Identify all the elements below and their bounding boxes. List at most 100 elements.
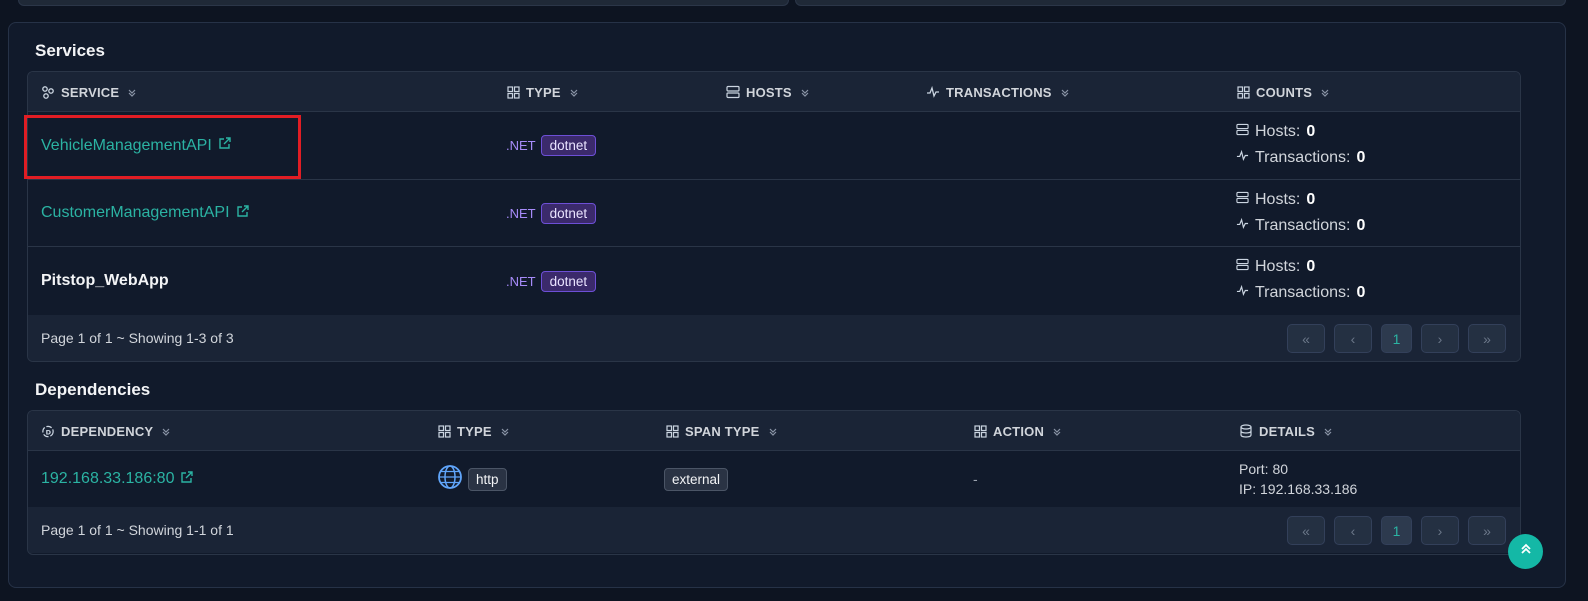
- col-dep-type[interactable]: TYPE: [437, 411, 510, 451]
- dependency-link[interactable]: 192.168.33.186:80: [41, 470, 194, 489]
- top-panel-edge: [18, 0, 1566, 6]
- svg-text:D: D: [46, 428, 52, 436]
- globe-icon: [437, 464, 463, 495]
- page-1-button[interactable]: 1: [1381, 324, 1412, 353]
- col-action-label: ACTION: [993, 423, 1045, 439]
- hosts-count: 0: [1306, 123, 1316, 140]
- next-page-button[interactable]: ›: [1421, 324, 1459, 353]
- service-icon: [41, 85, 55, 99]
- sort-icon[interactable]: [127, 87, 137, 97]
- service-name: CustomerManagementAPI: [41, 204, 230, 221]
- transactions-label: Transactions:: [1255, 149, 1351, 166]
- language-label: .NET: [506, 273, 536, 289]
- pagination: « ‹ 1 › »: [1287, 516, 1506, 545]
- grid-icon: [506, 85, 520, 99]
- grid-icon: [973, 424, 987, 438]
- col-service-label: SERVICE: [61, 84, 120, 100]
- col-hosts[interactable]: HOSTS: [726, 72, 810, 112]
- language-label: .NET: [506, 138, 536, 153]
- hosts-label: Hosts:: [1255, 191, 1301, 208]
- sort-icon[interactable]: [500, 426, 510, 436]
- col-counts[interactable]: COUNTS: [1236, 72, 1330, 112]
- agent-badge: dotnet: [540, 135, 597, 156]
- first-page-button[interactable]: «: [1287, 324, 1325, 353]
- counts-cell: Hosts: 0 Transactions: 0: [1236, 123, 1365, 167]
- highlight-box: [24, 115, 301, 179]
- prev-page-button[interactable]: ‹: [1334, 324, 1372, 353]
- pagination-info: Page 1 of 1 ~ Showing 1-3 of 3: [41, 330, 234, 346]
- counts-cell: Hosts: 0 Transactions: 0: [1236, 258, 1365, 302]
- col-span-type[interactable]: SPAN TYPE: [665, 411, 778, 451]
- col-type-label: TYPE: [526, 84, 561, 100]
- grid-icon: [665, 424, 679, 438]
- counts-cell: Hosts: 0 Transactions: 0: [1236, 191, 1365, 235]
- page-1-button[interactable]: 1: [1381, 516, 1412, 545]
- sort-icon[interactable]: [800, 87, 810, 97]
- table-row: 192.168.33.186:80 http external - Port: …: [28, 451, 1520, 507]
- double-chevron-up-icon: [1519, 542, 1533, 561]
- transactions-count: 0: [1356, 284, 1366, 301]
- dependencies-table: D DEPENDENCY TYPE SPAN TYPE ACTION DETAI…: [27, 410, 1521, 555]
- col-service[interactable]: SERVICE: [41, 72, 137, 112]
- col-type[interactable]: TYPE: [506, 72, 579, 112]
- dependency-type-badge: http: [468, 467, 507, 491]
- col-transactions-label: TRANSACTIONS: [946, 84, 1052, 100]
- language-label: .NET: [506, 205, 536, 221]
- hosts-label: Hosts:: [1255, 123, 1301, 140]
- sort-icon[interactable]: [1052, 426, 1062, 436]
- prev-page-button[interactable]: ‹: [1334, 516, 1372, 545]
- dependencies-title: Dependencies: [35, 380, 151, 399]
- col-action[interactable]: ACTION: [973, 411, 1062, 451]
- top-panel-left: [18, 0, 789, 6]
- grid-icon: [1236, 85, 1250, 99]
- sort-icon[interactable]: [768, 426, 778, 436]
- hosts-count: 0: [1306, 191, 1316, 208]
- sort-icon[interactable]: [1323, 426, 1333, 436]
- dependencies-table-footer: Page 1 of 1 ~ Showing 1-1 of 1 « ‹ 1 › »: [28, 507, 1520, 553]
- col-dep-type-label: TYPE: [457, 423, 492, 439]
- grid-icon: [437, 424, 451, 438]
- first-page-button[interactable]: «: [1287, 516, 1325, 545]
- col-details-label: DETAILS: [1259, 423, 1316, 439]
- scroll-to-top-button[interactable]: [1508, 534, 1543, 569]
- service-link[interactable]: CustomerManagementAPI: [41, 204, 250, 223]
- sort-icon[interactable]: [1320, 87, 1330, 97]
- last-page-button[interactable]: »: [1468, 324, 1506, 353]
- transactions-count: 0: [1356, 217, 1366, 234]
- sort-icon[interactable]: [1060, 87, 1070, 97]
- activity-icon: [1236, 284, 1249, 302]
- transactions-count: 0: [1356, 149, 1366, 166]
- external-link-icon: [180, 470, 194, 489]
- hosts-label: Hosts:: [1255, 258, 1301, 275]
- hosts-count: 0: [1306, 258, 1316, 275]
- agent-badge: dotnet: [540, 202, 597, 224]
- dependency-name: 192.168.33.186:80: [41, 470, 175, 487]
- port-value: Port: 80: [1239, 461, 1289, 477]
- last-page-button[interactable]: »: [1468, 516, 1506, 545]
- sort-icon[interactable]: [161, 426, 171, 436]
- details-cell: Port: 80 IP: 192.168.33.186: [1239, 461, 1357, 497]
- action-value: -: [973, 471, 978, 487]
- sort-icon[interactable]: [569, 87, 579, 97]
- pagination: « ‹ 1 › »: [1287, 324, 1506, 353]
- server-icon: [1236, 123, 1249, 141]
- col-dependency[interactable]: D DEPENDENCY: [41, 411, 171, 451]
- table-row: CustomerManagementAPI .NET dotnet Hosts:…: [28, 180, 1520, 247]
- external-link-icon: [236, 204, 250, 223]
- ip-value: IP: 192.168.33.186: [1239, 481, 1358, 497]
- server-icon: [726, 85, 740, 99]
- col-transactions[interactable]: TRANSACTIONS: [926, 72, 1070, 112]
- pagination-info: Page 1 of 1 ~ Showing 1-1 of 1: [41, 522, 234, 538]
- next-page-button[interactable]: ›: [1421, 516, 1459, 545]
- server-icon: [1236, 258, 1249, 276]
- service-name: Pitstop_WebApp: [41, 272, 169, 289]
- dependency-icon: D: [41, 424, 55, 438]
- server-icon: [1236, 191, 1249, 209]
- transactions-label: Transactions:: [1255, 284, 1351, 301]
- services-table-footer: Page 1 of 1 ~ Showing 1-3 of 3 « ‹ 1 › »: [28, 315, 1520, 361]
- top-panel-right: [795, 0, 1566, 6]
- col-counts-label: COUNTS: [1256, 84, 1313, 100]
- activity-icon: [926, 85, 940, 99]
- col-details[interactable]: DETAILS: [1239, 411, 1333, 451]
- dependencies-table-header: D DEPENDENCY TYPE SPAN TYPE ACTION DETAI…: [28, 411, 1520, 451]
